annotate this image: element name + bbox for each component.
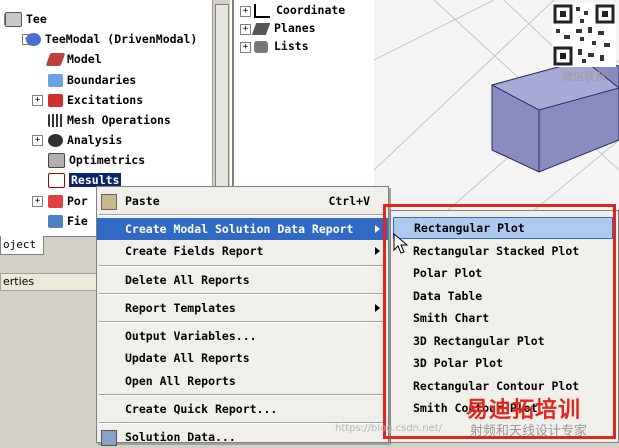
tree-item-label: Lists bbox=[274, 39, 309, 53]
menu-item-label: Solution Data... bbox=[125, 430, 236, 444]
tree-item-label: Optimetrics bbox=[69, 153, 146, 167]
expand-toggle-icon[interactable]: + bbox=[240, 24, 251, 35]
expand-toggle-icon[interactable]: + bbox=[240, 42, 251, 53]
menu-item-label: Create Modal Solution Data Report bbox=[125, 222, 354, 236]
menu-item-label: Report Templates bbox=[125, 301, 236, 315]
field-icon bbox=[48, 215, 63, 228]
menu-item-label: Output Variables... bbox=[125, 329, 257, 343]
tree-item-label: Planes bbox=[274, 21, 316, 35]
mouse-cursor-icon bbox=[393, 233, 409, 254]
tree-item-label: Fie bbox=[67, 214, 88, 228]
solution-data-icon bbox=[101, 430, 117, 446]
menu-item-report-templates[interactable]: Report Templates bbox=[97, 297, 388, 319]
expand-toggle-icon[interactable]: + bbox=[32, 196, 43, 207]
expand-toggle-icon[interactable]: + bbox=[32, 95, 43, 106]
tree-item-mesh-operations[interactable]: Mesh Operations bbox=[48, 111, 171, 129]
qr-caption: 微信联系 bbox=[562, 70, 606, 83]
tab-project[interactable]: oject bbox=[0, 236, 44, 255]
menu-item-shortcut: Ctrl+V bbox=[328, 194, 370, 208]
menu-separator bbox=[99, 321, 386, 323]
results-context-menu[interactable]: Paste Ctrl+V Create Modal Solution Data … bbox=[96, 186, 389, 446]
tree-item-model[interactable]: Model bbox=[45, 50, 102, 68]
menu-item-delete-all-reports[interactable]: Delete All Reports bbox=[97, 269, 388, 291]
menu-item-label: Open All Reports bbox=[125, 374, 236, 388]
properties-header: erties bbox=[0, 273, 100, 291]
menu-separator bbox=[99, 214, 386, 216]
lists-icon bbox=[254, 40, 268, 53]
tree-item-label: Coordinate bbox=[276, 3, 346, 17]
watermark-tagline: 射频和天线设计专家 bbox=[470, 424, 588, 439]
boundaries-icon bbox=[48, 74, 63, 87]
menu-separator bbox=[99, 394, 386, 396]
coordinate-icon bbox=[254, 3, 270, 18]
tree-item-lists[interactable]: Lists bbox=[254, 37, 309, 55]
tree-item-label: Analysis bbox=[67, 133, 123, 147]
planes-icon bbox=[251, 22, 271, 35]
tree-item-label: Results bbox=[69, 173, 122, 187]
menu-item-paste[interactable]: Paste Ctrl+V bbox=[97, 190, 388, 212]
watermark-url: https://blog.csdn.net/ bbox=[335, 423, 442, 434]
menu-item-output-variables[interactable]: Output Variables... bbox=[97, 325, 388, 347]
tree-item-label: Por bbox=[67, 194, 88, 208]
menu-item-label: Delete All Reports bbox=[125, 273, 250, 287]
tree-item-optimetrics[interactable]: Optimetrics bbox=[48, 151, 145, 169]
tree-item-planes[interactable]: Planes bbox=[251, 19, 316, 37]
results-icon bbox=[48, 173, 65, 188]
qr-code-image bbox=[552, 3, 616, 67]
tree-item-excitations[interactable]: Excitations bbox=[48, 91, 143, 109]
submenu-arrow-icon bbox=[375, 304, 380, 312]
mesh-icon bbox=[48, 114, 63, 127]
expand-toggle-icon[interactable]: + bbox=[32, 135, 43, 146]
tree-item-label: Tee bbox=[26, 12, 47, 26]
expand-toggle-icon[interactable]: + bbox=[240, 6, 251, 17]
excitations-icon bbox=[48, 94, 63, 107]
menu-item-label: Create Fields Report bbox=[125, 244, 264, 258]
tree-item-port-field-display[interactable]: Por bbox=[48, 192, 88, 210]
menu-item-create-modal-solution-data-report[interactable]: Create Modal Solution Data Report bbox=[97, 218, 388, 240]
menu-item-label: Create Quick Report... bbox=[125, 402, 278, 416]
analysis-icon bbox=[48, 134, 63, 147]
menu-item-label: Paste bbox=[125, 194, 160, 208]
tree-item-label: Boundaries bbox=[67, 73, 137, 87]
submenu-arrow-icon bbox=[375, 225, 380, 233]
submenu-arrow-icon bbox=[375, 247, 380, 255]
menu-item-update-all-reports[interactable]: Update All Reports bbox=[97, 347, 388, 369]
paste-icon bbox=[101, 194, 117, 210]
project-icon bbox=[5, 12, 22, 27]
optimetrics-icon bbox=[48, 153, 65, 168]
menu-separator bbox=[99, 293, 386, 295]
menu-item-create-fields-report[interactable]: Create Fields Report bbox=[97, 240, 388, 262]
tree-item-boundaries[interactable]: Boundaries bbox=[48, 71, 136, 89]
scrollbar-thumb[interactable] bbox=[215, 4, 229, 196]
menu-item-create-quick-report[interactable]: Create Quick Report... bbox=[97, 398, 388, 420]
tree-item-field-overlays[interactable]: Fie bbox=[48, 212, 88, 230]
menu-item-open-all-reports[interactable]: Open All Reports bbox=[97, 370, 388, 392]
tree-item-design[interactable]: TeeModal (DrivenModal) bbox=[26, 30, 197, 48]
design-icon bbox=[26, 33, 41, 46]
tree-item-label: Excitations bbox=[67, 93, 144, 107]
menu-item-label: Update All Reports bbox=[125, 351, 250, 365]
tree-item-coordinate-systems[interactable]: Coordinate bbox=[254, 1, 345, 19]
tree-item-analysis[interactable]: Analysis bbox=[48, 131, 122, 149]
tree-item-label: Model bbox=[67, 52, 102, 66]
tree-item-label: Mesh Operations bbox=[67, 113, 171, 127]
port-icon bbox=[48, 195, 63, 208]
tree-item-label: TeeModal (DrivenModal) bbox=[45, 32, 198, 46]
model-icon bbox=[45, 53, 66, 66]
menu-separator bbox=[99, 265, 386, 267]
tree-item-project[interactable]: Tee bbox=[5, 10, 47, 28]
